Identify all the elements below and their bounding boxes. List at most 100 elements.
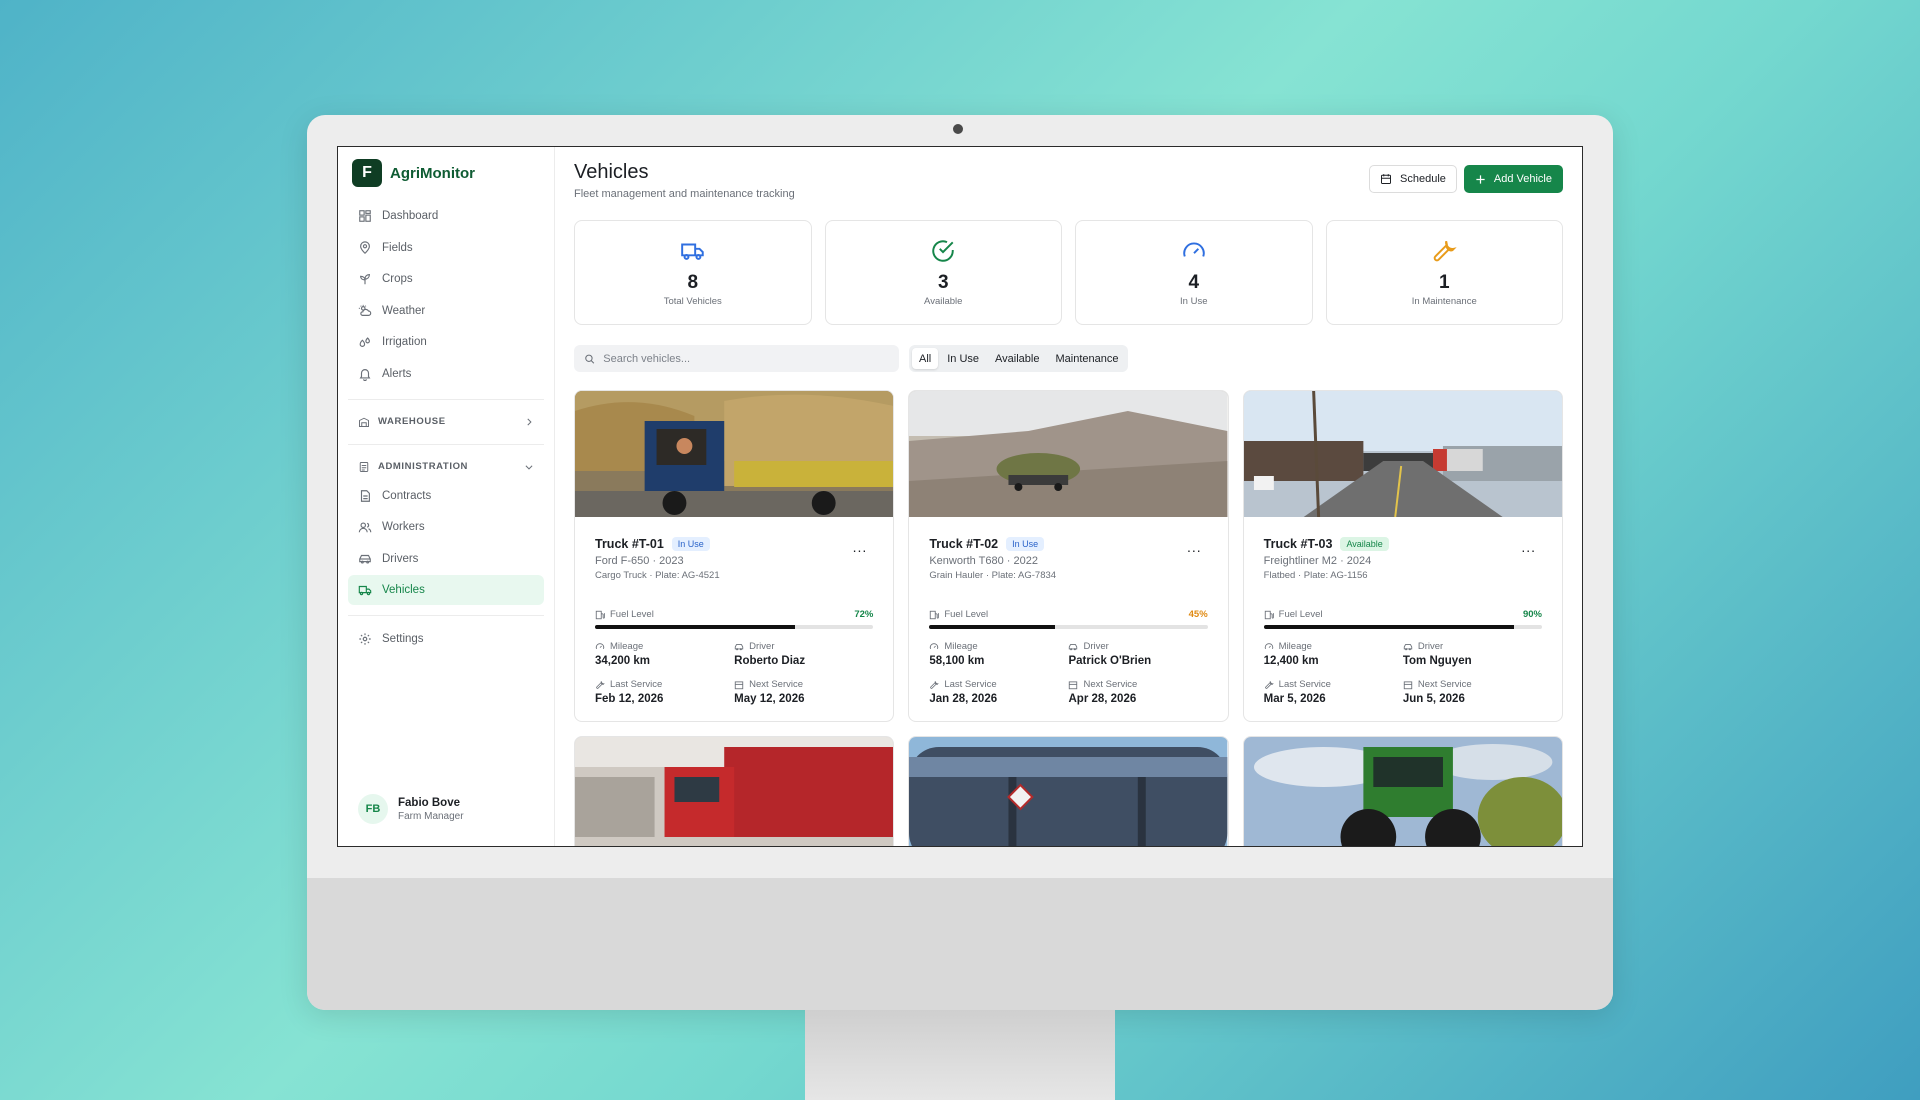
stat-label: Total Vehicles [663, 296, 722, 307]
car-icon [1069, 643, 1078, 650]
fuel-label: Fuel Level [1264, 609, 1323, 620]
filter-toolbar: All In Use Available Maintenance [574, 345, 1563, 372]
filter-in-use[interactable]: In Use [940, 348, 986, 369]
car-icon [734, 643, 744, 650]
driver-value: Patrick O'Brien [1068, 655, 1152, 667]
user-name: Fabio Bove [398, 796, 460, 809]
mileage-value: 58,100 km [929, 655, 985, 667]
more-options-icon[interactable]: ... [1187, 539, 1202, 555]
vehicle-meta: Flatbed · Plate: AG-1156 [1263, 570, 1368, 581]
calendar-icon [1381, 174, 1392, 184]
sidebar-item-alerts[interactable]: Alerts [348, 359, 544, 389]
status-badge: In Use [1006, 537, 1045, 551]
sidebar-item-label: Alerts [382, 367, 412, 380]
more-options-icon[interactable]: ... [853, 539, 868, 555]
sidebar-item-settings[interactable]: Settings [348, 624, 544, 654]
fuel-bar [1263, 625, 1542, 629]
more-options-icon[interactable]: ... [1521, 539, 1536, 555]
stat-card-total: 8 Total Vehicles [574, 220, 812, 325]
vehicle-photo [1243, 391, 1562, 517]
last-service-value: Feb 12, 2026 [595, 693, 664, 705]
sidebar-item-label: Irrigation [382, 336, 427, 349]
status-badge: In Use [671, 537, 710, 551]
fuel-icon [595, 610, 605, 619]
droplets-icon [359, 337, 370, 348]
stat-label: In Maintenance [1411, 296, 1477, 307]
check-circle-icon [932, 240, 954, 262]
sidebar-divider [348, 398, 544, 400]
section-label: ADMINISTRATION [378, 461, 469, 473]
add-vehicle-label: Add Vehicle [1493, 173, 1552, 185]
sidebar-item-crops[interactable]: Crops [348, 264, 544, 294]
user-profile[interactable]: FB Fabio Bove Farm Manager [358, 794, 464, 824]
sidebar-item-vehicles[interactable]: Vehicles [348, 575, 544, 606]
filter-available[interactable]: Available [988, 348, 1046, 369]
vehicle-name: Truck #T-01 [595, 537, 664, 551]
vehicle-model: Kenworth T680 · 2022 [929, 555, 1038, 567]
sidebar-item-contracts[interactable]: Contracts [348, 481, 544, 511]
sidebar-item-label: Workers [382, 521, 425, 534]
sidebar: F AgriMonitor Dashboard Fields Crops Wea… [338, 147, 555, 846]
filter-maintenance[interactable]: Maintenance [1048, 348, 1125, 369]
vehicle-card[interactable]: Truck #T-01 In Use ... Ford F-650 · 2023… [574, 390, 895, 722]
next-service-label: Next Service [749, 679, 804, 690]
calendar-icon [734, 680, 744, 689]
sidebar-divider [348, 614, 544, 616]
vehicle-card-body: Truck #T-01 In Use ... Ford F-650 · 2023… [575, 517, 893, 721]
chevron-down-icon [525, 464, 533, 470]
driver-label: Driver [749, 641, 775, 652]
brand[interactable]: F AgriMonitor [352, 159, 544, 187]
clipboard-icon [359, 461, 369, 472]
gauge-icon [1183, 242, 1205, 257]
stat-label: Available [924, 296, 963, 307]
vehicle-card-body: Truck #T-02 In Use ... Kenworth T680 · 2… [909, 517, 1227, 721]
filter-all[interactable]: All [912, 348, 939, 369]
sidebar-item-dashboard[interactable]: Dashboard [348, 201, 544, 231]
page-header: Vehicles Fleet management and maintenanc… [574, 161, 1563, 200]
sidebar-item-label: Contracts [382, 489, 432, 502]
add-vehicle-button[interactable]: Add Vehicle [1463, 165, 1563, 193]
file-text-icon [360, 489, 370, 502]
next-service-label: Next Service [1417, 679, 1472, 690]
monitor-stand [805, 1010, 1115, 1100]
vehicle-card[interactable]: Truck #T-02 In Use ... Kenworth T680 · 2… [908, 390, 1229, 722]
vehicle-card[interactable] [574, 736, 895, 846]
fuel-percent: 90% [1522, 609, 1542, 620]
fuel-label: Fuel Level [929, 609, 988, 620]
mileage-label: Mileage [610, 641, 644, 652]
next-service-value: Jun 5, 2026 [1402, 693, 1465, 705]
users-icon [358, 522, 372, 533]
avatar: FB [358, 794, 388, 824]
sidebar-item-drivers[interactable]: Drivers [348, 544, 544, 574]
sidebar-section-warehouse[interactable]: WAREHOUSE [348, 408, 544, 436]
sidebar-section-administration[interactable]: ADMINISTRATION [348, 453, 544, 481]
sidebar-item-workers[interactable]: Workers [348, 512, 544, 542]
vehicle-photo [1243, 737, 1562, 846]
sidebar-item-irrigation[interactable]: Irrigation [348, 327, 544, 357]
vehicle-card[interactable] [908, 736, 1229, 846]
schedule-button[interactable]: Schedule [1369, 165, 1457, 193]
driver-value: Roberto Diaz [734, 655, 806, 667]
truck-icon [680, 243, 704, 260]
monitor-chin [307, 878, 1613, 1010]
sidebar-item-weather[interactable]: Weather [348, 296, 544, 326]
fuel-percent: 45% [1188, 609, 1208, 620]
last-service-value: Mar 5, 2026 [1263, 693, 1326, 705]
search-input[interactable] [603, 352, 889, 365]
search-box [574, 345, 899, 372]
sidebar-item-fields[interactable]: Fields [348, 233, 544, 263]
stat-card-available: 3 Available [824, 220, 1062, 325]
vehicle-model: Freightliner M2 · 2024 [1263, 555, 1372, 567]
stat-label: In Use [1180, 296, 1208, 307]
sidebar-item-label: Fields [382, 241, 413, 254]
stat-value: 1 [1438, 272, 1450, 293]
fuel-bar [929, 625, 1208, 629]
gauge-icon [1264, 642, 1273, 649]
sidebar-item-label: Weather [382, 304, 426, 317]
vehicle-card[interactable]: Truck #T-03 Available ... Freightliner M… [1242, 390, 1563, 722]
dashboard-icon [359, 210, 371, 222]
status-badge: Available [1340, 537, 1389, 551]
vehicle-photo [909, 737, 1228, 846]
vehicle-card[interactable] [1242, 736, 1563, 846]
camera-dot [953, 124, 963, 134]
